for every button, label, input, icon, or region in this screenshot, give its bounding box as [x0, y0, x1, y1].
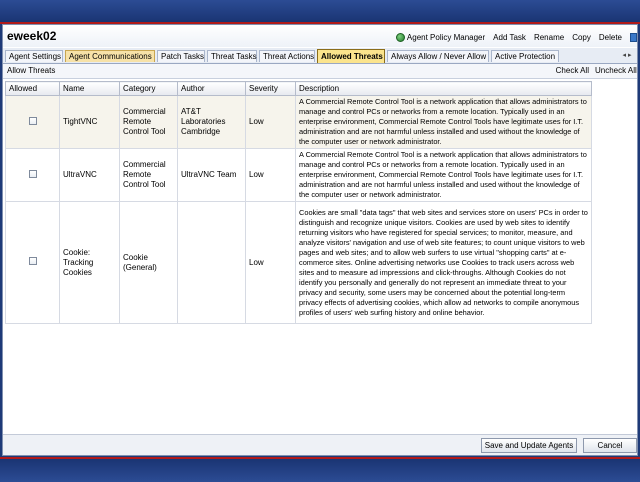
threats-table: Allowed Name Category Author Severity De… — [5, 81, 592, 324]
tab-scroll-arrows-icon[interactable]: ◂ ▸ — [619, 50, 635, 62]
check-all-link[interactable]: Check All — [556, 66, 589, 75]
tab-threat-tasks[interactable]: Threat Tasks — [207, 50, 257, 62]
extra-toolbar-icon[interactable] — [630, 32, 637, 42]
allowed-cell — [5, 201, 60, 324]
globe-icon — [395, 32, 405, 42]
column-header-allowed[interactable]: Allowed — [5, 81, 60, 96]
column-header-author[interactable]: Author — [177, 81, 246, 96]
title-bar: eweek02 Agent Policy Manager Add Task Re… — [3, 25, 637, 47]
name-cell: Cookie: Tracking Cookies — [59, 201, 120, 324]
rename-button[interactable]: Rename — [534, 33, 564, 42]
tab-threat-actions[interactable]: Threat Actions — [259, 50, 315, 62]
policy-title: eweek02 — [7, 29, 57, 43]
severity-cell: Low — [245, 95, 296, 149]
description-cell: Cookies are small "data tags" that web s… — [295, 201, 592, 324]
delete-button[interactable]: Delete — [599, 33, 622, 42]
agent-policy-manager-label: Agent Policy Manager — [406, 32, 486, 42]
description-cell: A Commercial Remote Control Tool is a ne… — [295, 95, 592, 149]
allow-threats-label: Allow Threats — [7, 66, 56, 75]
column-header-name[interactable]: Name — [59, 81, 120, 96]
tab-bar: Agent Settings Agent Communications Patc… — [3, 48, 637, 64]
severity-cell: Low — [245, 201, 296, 324]
column-header-description[interactable]: Description — [295, 81, 592, 96]
policy-panel: eweek02 Agent Policy Manager Add Task Re… — [2, 24, 638, 456]
allowed-checkbox[interactable] — [28, 116, 37, 125]
category-cell: Cookie (General) — [119, 201, 178, 324]
category-cell: Commercial Remote Control Tool — [119, 95, 178, 149]
table-row[interactable]: UltraVNC Commercial Remote Control Tool … — [5, 148, 592, 202]
column-header-severity[interactable]: Severity — [245, 81, 296, 96]
tab-patch-tasks[interactable]: Patch Tasks — [157, 50, 205, 62]
cancel-button[interactable]: Cancel — [583, 438, 637, 453]
add-task-button[interactable]: Add Task — [493, 33, 526, 42]
author-cell: UltraVNC Team — [177, 148, 246, 202]
copy-button[interactable]: Copy — [572, 33, 591, 42]
save-and-update-agents-button[interactable]: Save and Update Agents — [481, 438, 577, 453]
tab-agent-communications[interactable]: Agent Communications — [65, 50, 155, 62]
agent-policy-manager-button[interactable]: Agent Policy Manager — [395, 32, 486, 42]
tab-agent-settings[interactable]: Agent Settings — [5, 50, 63, 62]
name-cell: UltraVNC — [59, 148, 120, 202]
allowed-cell — [5, 148, 60, 202]
window-frame-top — [0, 0, 640, 24]
table-header-row: Allowed Name Category Author Severity De… — [5, 81, 592, 96]
allow-threats-toolbar: Allow Threats Check All Uncheck All — [3, 64, 637, 79]
table-row[interactable]: Cookie: Tracking Cookies Cookie (General… — [5, 201, 592, 324]
action-bar: Agent Policy Manager Add Task Rename Cop… — [395, 31, 637, 43]
tab-always-allow-never-allow[interactable]: Always Allow / Never Allow — [387, 50, 489, 62]
allowed-cell — [5, 95, 60, 149]
column-header-category[interactable]: Category — [119, 81, 178, 96]
allowed-checkbox[interactable] — [28, 169, 37, 178]
description-cell: A Commercial Remote Control Tool is a ne… — [295, 148, 592, 202]
table-row[interactable]: TightVNC Commercial Remote Control Tool … — [5, 95, 592, 149]
author-cell — [177, 201, 246, 324]
tab-active-protection[interactable]: Active Protection — [491, 50, 559, 62]
uncheck-all-link[interactable]: Uncheck All — [595, 66, 637, 75]
name-cell: TightVNC — [59, 95, 120, 149]
severity-cell: Low — [245, 148, 296, 202]
tab-allowed-threats[interactable]: Allowed Threats — [317, 49, 385, 63]
author-cell: AT&T Laboratories Cambridge — [177, 95, 246, 149]
allowed-checkbox[interactable] — [28, 257, 37, 265]
category-cell: Commercial Remote Control Tool — [119, 148, 178, 202]
window-frame-bottom — [0, 457, 640, 482]
footer-bar: Save and Update Agents Cancel — [3, 434, 637, 455]
